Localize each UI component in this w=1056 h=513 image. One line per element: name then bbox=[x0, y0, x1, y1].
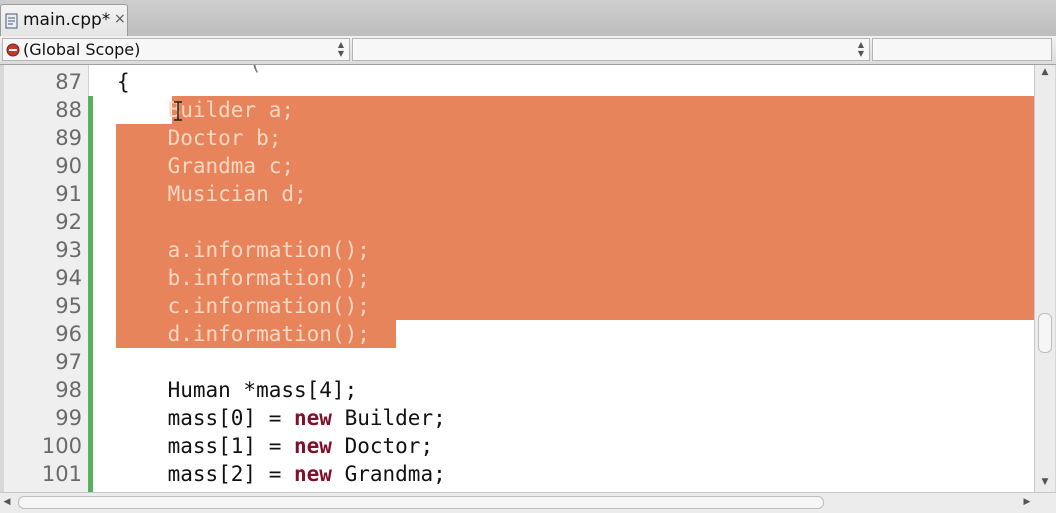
keyword-new: new bbox=[294, 434, 332, 458]
horizontal-scrollbar[interactable]: ◀ ▶ bbox=[0, 492, 1056, 513]
code-line[interactable]: Builder a; bbox=[117, 96, 294, 124]
line-number: 89 bbox=[55, 126, 82, 150]
code-text: Doctor; bbox=[331, 434, 434, 458]
line-number: 92 bbox=[55, 210, 82, 234]
scroll-left-icon[interactable]: ◀ bbox=[0, 497, 14, 507]
code-line[interactable]: Musician d; bbox=[117, 180, 307, 208]
line-number: 88 bbox=[55, 98, 82, 122]
code-line[interactable]: mass[0] = new Builder; bbox=[117, 404, 446, 432]
partial-line: ( bbox=[249, 65, 262, 77]
code-line[interactable]: c.information(); bbox=[117, 292, 370, 320]
code-line[interactable]: mass[1] = new Doctor; bbox=[117, 432, 434, 460]
tab-title: main.cpp* bbox=[23, 10, 111, 30]
extra-dropdown[interactable] bbox=[872, 38, 1052, 61]
change-indicator-bar bbox=[88, 96, 93, 492]
scope-stop-icon bbox=[6, 43, 20, 57]
scroll-up-icon[interactable]: ▲ bbox=[1035, 67, 1055, 77]
line-number: 91 bbox=[55, 182, 82, 206]
spinner-arrows-icon[interactable]: ▲ ▼ bbox=[856, 40, 866, 59]
code-line[interactable]: d.information(); bbox=[117, 320, 370, 348]
line-number: 98 bbox=[55, 378, 82, 402]
editor-tab-bar: main.cpp* × bbox=[0, 0, 1056, 37]
line-number: 97 bbox=[55, 350, 82, 374]
text-cursor-icon bbox=[174, 101, 182, 121]
code-text: mass[2] = bbox=[117, 462, 295, 486]
scope-dropdown[interactable]: (Global Scope) ▲ ▼ bbox=[2, 38, 350, 61]
line-number: 101 bbox=[41, 462, 82, 486]
code-text: Builder; bbox=[331, 406, 446, 430]
line-number-gutter: 87 88 89 90 91 92 93 94 95 96 97 98 99 100 101 bbox=[4, 65, 89, 492]
line-number: 90 bbox=[55, 154, 82, 178]
code-line[interactable]: Doctor b; bbox=[117, 124, 282, 152]
vertical-scroll-thumb[interactable] bbox=[1038, 313, 1052, 353]
line-number: 95 bbox=[55, 294, 82, 318]
scroll-right-icon[interactable]: ▶ bbox=[1020, 497, 1034, 507]
horizontal-scroll-thumb[interactable] bbox=[18, 496, 824, 509]
code-line[interactable]: b.information(); bbox=[117, 264, 370, 292]
keyword-new: new bbox=[294, 406, 332, 430]
close-icon[interactable]: × bbox=[114, 11, 126, 27]
code-line[interactable]: a.information(); bbox=[117, 236, 370, 264]
selection-highlight bbox=[172, 96, 1034, 124]
scope-label: (Global Scope) bbox=[23, 40, 141, 59]
tab-main-cpp[interactable]: main.cpp* × bbox=[0, 4, 128, 36]
member-dropdown[interactable]: ▲ ▼ bbox=[352, 38, 870, 61]
code-line[interactable]: { bbox=[117, 68, 130, 96]
scope-bar: (Global Scope) ▲ ▼ ▲ ▼ bbox=[0, 36, 1056, 65]
cpp-file-icon bbox=[5, 13, 18, 29]
code-line[interactable]: Grandma c; bbox=[117, 152, 294, 180]
spinner-arrows-icon[interactable]: ▲ ▼ bbox=[336, 40, 346, 59]
code-editor[interactable]: 87 88 89 90 91 92 93 94 95 96 97 98 99 100 101 ( { Bui… bbox=[4, 65, 1034, 492]
keyword-new: new bbox=[294, 462, 332, 486]
line-number: 100 bbox=[41, 434, 82, 458]
code-text: mass[0] = bbox=[117, 406, 295, 430]
scroll-down-icon[interactable]: ▼ bbox=[1035, 477, 1055, 487]
line-number: 87 bbox=[55, 70, 82, 94]
line-number: 94 bbox=[55, 266, 82, 290]
line-number: 93 bbox=[55, 238, 82, 262]
code-line[interactable]: mass[2] = new Grandma; bbox=[117, 460, 446, 488]
line-number: 96 bbox=[55, 322, 82, 346]
code-text: Grandma; bbox=[331, 462, 446, 486]
code-line[interactable]: Human *mass[4]; bbox=[117, 376, 358, 404]
vertical-scrollbar[interactable]: ▲ ▼ bbox=[1034, 65, 1055, 492]
code-text: mass[1] = bbox=[117, 434, 295, 458]
line-number: 99 bbox=[55, 406, 82, 430]
